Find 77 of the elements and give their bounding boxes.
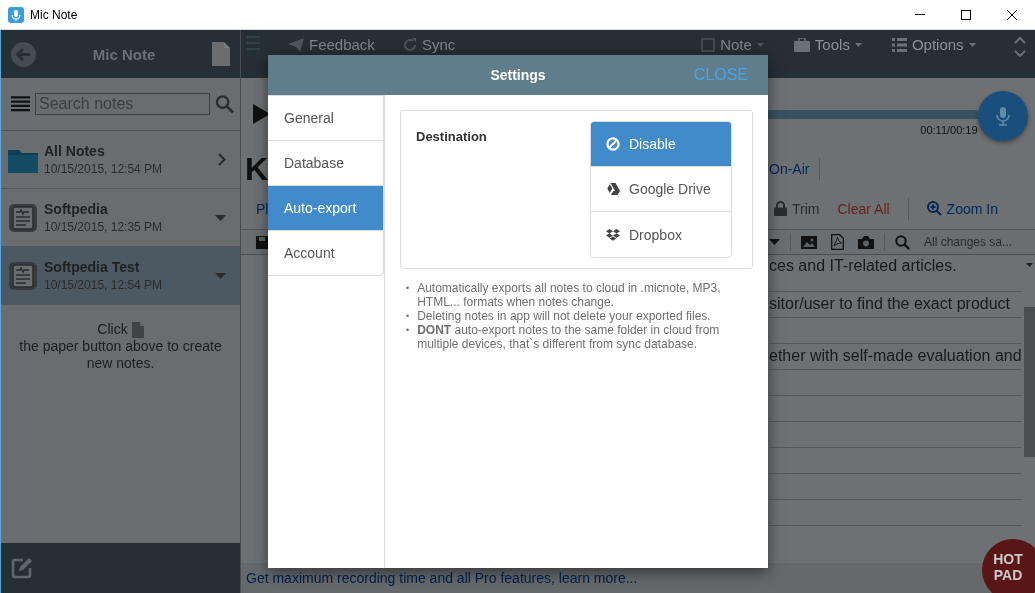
caret-icon bbox=[854, 42, 862, 47]
toolbar-menu[interactable]: Tools bbox=[793, 36, 862, 53]
zoom-in-icon bbox=[926, 201, 942, 216]
note-date: 10/15/2015, 12:35 PM bbox=[44, 220, 164, 234]
toolbox-icon bbox=[793, 37, 810, 52]
settings-tab[interactable]: Auto-export bbox=[268, 186, 383, 231]
app-title: Mic Note bbox=[91, 45, 157, 63]
toolbar-menu[interactable]: Options bbox=[891, 36, 976, 53]
action-link[interactable]: Zoom In bbox=[926, 200, 998, 217]
on-air-link[interactable]: On-Air bbox=[769, 161, 810, 177]
info-text: DONT auto-export notes to the same folder in cloud from multiple devices, that`s different from sync database. bbox=[417, 323, 721, 351]
pdf-icon[interactable] bbox=[831, 234, 844, 250]
lock-icon bbox=[774, 201, 787, 216]
new-note-icon[interactable] bbox=[212, 42, 230, 66]
playback-time: 00:11/00:19 bbox=[920, 124, 978, 136]
player-link[interactable]: Pl bbox=[256, 200, 269, 217]
note-icon bbox=[8, 202, 38, 233]
note-title: K bbox=[245, 152, 269, 186]
search-icon[interactable] bbox=[215, 94, 234, 114]
settings-tab[interactable]: General bbox=[268, 96, 383, 141]
field-label: Destination bbox=[416, 129, 487, 146]
menu-icon[interactable] bbox=[11, 96, 30, 112]
info-text: Automatically exports all notes to cloud in .micnote, MP3, HTML... formats when notes change. bbox=[417, 281, 722, 309]
maximize-icon[interactable] bbox=[961, 9, 971, 20]
list-icon bbox=[891, 37, 907, 52]
close-icon[interactable] bbox=[1007, 9, 1017, 20]
toolbar-menu[interactable]: Note bbox=[701, 36, 764, 53]
caret-icon bbox=[968, 42, 976, 47]
action-link[interactable]: Trim bbox=[774, 200, 820, 217]
dropdown-caret-icon[interactable] bbox=[215, 272, 226, 279]
record-button[interactable] bbox=[977, 91, 1028, 141]
dropdown-caret-icon[interactable] bbox=[215, 214, 226, 221]
note-title: Softpedia bbox=[44, 201, 109, 217]
app-icon bbox=[8, 6, 24, 23]
expand-collapse-icon[interactable] bbox=[1013, 36, 1026, 58]
image-icon[interactable] bbox=[801, 235, 817, 249]
upgrade-link[interactable]: Get maximum recording time and all Pro features, learn more... bbox=[246, 570, 638, 586]
bullet: • bbox=[406, 282, 410, 295]
hint-text: Click bbox=[97, 321, 128, 338]
bullet: • bbox=[406, 324, 410, 337]
caret-icon bbox=[756, 42, 764, 47]
dropdown-caret-icon[interactable] bbox=[769, 239, 780, 245]
dialog-title: Settings bbox=[490, 67, 546, 83]
send-icon bbox=[288, 37, 304, 52]
info-text: Deleting notes in app will not delete your exported files. bbox=[417, 309, 711, 323]
play-icon[interactable] bbox=[253, 104, 270, 124]
bullet: • bbox=[406, 310, 410, 323]
paper-icon bbox=[131, 321, 144, 338]
note-title: All Notes bbox=[44, 143, 106, 159]
settings-tab[interactable]: Account bbox=[268, 231, 383, 275]
toolbar-link[interactable]: Feedback bbox=[309, 36, 375, 53]
editor-text: ces and IT-related articles. bbox=[769, 257, 957, 274]
sync-icon bbox=[402, 37, 417, 52]
prohibited-icon bbox=[606, 137, 620, 151]
save-status: All changes sa... bbox=[924, 235, 1013, 249]
note-date: 10/15/2015, 12:54 PM bbox=[44, 162, 164, 176]
note-icon bbox=[8, 260, 38, 291]
note-title: Softpedia Test bbox=[44, 259, 141, 275]
window-title: Mic Note bbox=[30, 7, 78, 22]
search-icon[interactable] bbox=[895, 234, 910, 250]
drive-icon bbox=[606, 183, 620, 195]
camera-icon[interactable] bbox=[858, 235, 874, 249]
toolbar-link[interactable]: Sync bbox=[421, 36, 456, 53]
action-link[interactable]: Clear All bbox=[837, 200, 890, 217]
edit-icon[interactable] bbox=[11, 557, 33, 579]
microphone-icon bbox=[994, 106, 1011, 126]
editor-text: ether with self-made evaluation and bbox=[769, 347, 1022, 364]
destination-option[interactable]: Google Drive bbox=[591, 167, 731, 212]
chevron-icon[interactable] bbox=[218, 153, 226, 166]
editor-text: sitor/user to find the exact product bbox=[769, 295, 1010, 312]
note-icon bbox=[701, 37, 716, 52]
note-list-item[interactable]: All Notes 10/15/2015, 12:54 PM bbox=[1, 131, 240, 189]
hint-text: the paper button above to create new notes. bbox=[19, 338, 222, 371]
destination-option[interactable]: Disable bbox=[591, 122, 731, 167]
scroll-up-icon[interactable] bbox=[1026, 263, 1034, 267]
destination-option[interactable]: Dropbox bbox=[591, 212, 731, 257]
dropbox-icon bbox=[606, 228, 620, 241]
